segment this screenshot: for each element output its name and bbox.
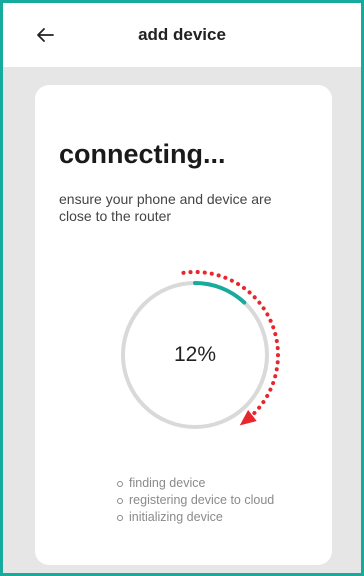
progress-fill — [193, 281, 247, 305]
connecting-title: connecting... — [59, 139, 226, 169]
step-label: initializing device — [129, 510, 223, 524]
step-item: registering device to cloud — [117, 492, 274, 509]
step-label: registering device to cloud — [129, 493, 275, 507]
progress-indicator: 12% — [95, 255, 295, 455]
step-item: initializing device — [117, 509, 274, 526]
step-label: finding device — [129, 476, 206, 490]
bullet-icon — [117, 498, 123, 504]
bullet-icon — [117, 515, 123, 521]
progress-ring — [121, 270, 280, 429]
connection-hint: ensure your phone and device are close t… — [59, 191, 272, 224]
header-title: add device — [138, 25, 226, 44]
bullet-icon — [117, 481, 123, 487]
step-item: finding device — [117, 475, 274, 492]
connection-card: connecting... ensure your phone and devi… — [35, 85, 332, 565]
connection-steps: finding device registering device to clo… — [117, 475, 274, 526]
app-frame: add device connecting... ensure your pho… — [0, 0, 364, 576]
progress-track — [121, 281, 269, 429]
app-header: add device — [3, 3, 361, 67]
